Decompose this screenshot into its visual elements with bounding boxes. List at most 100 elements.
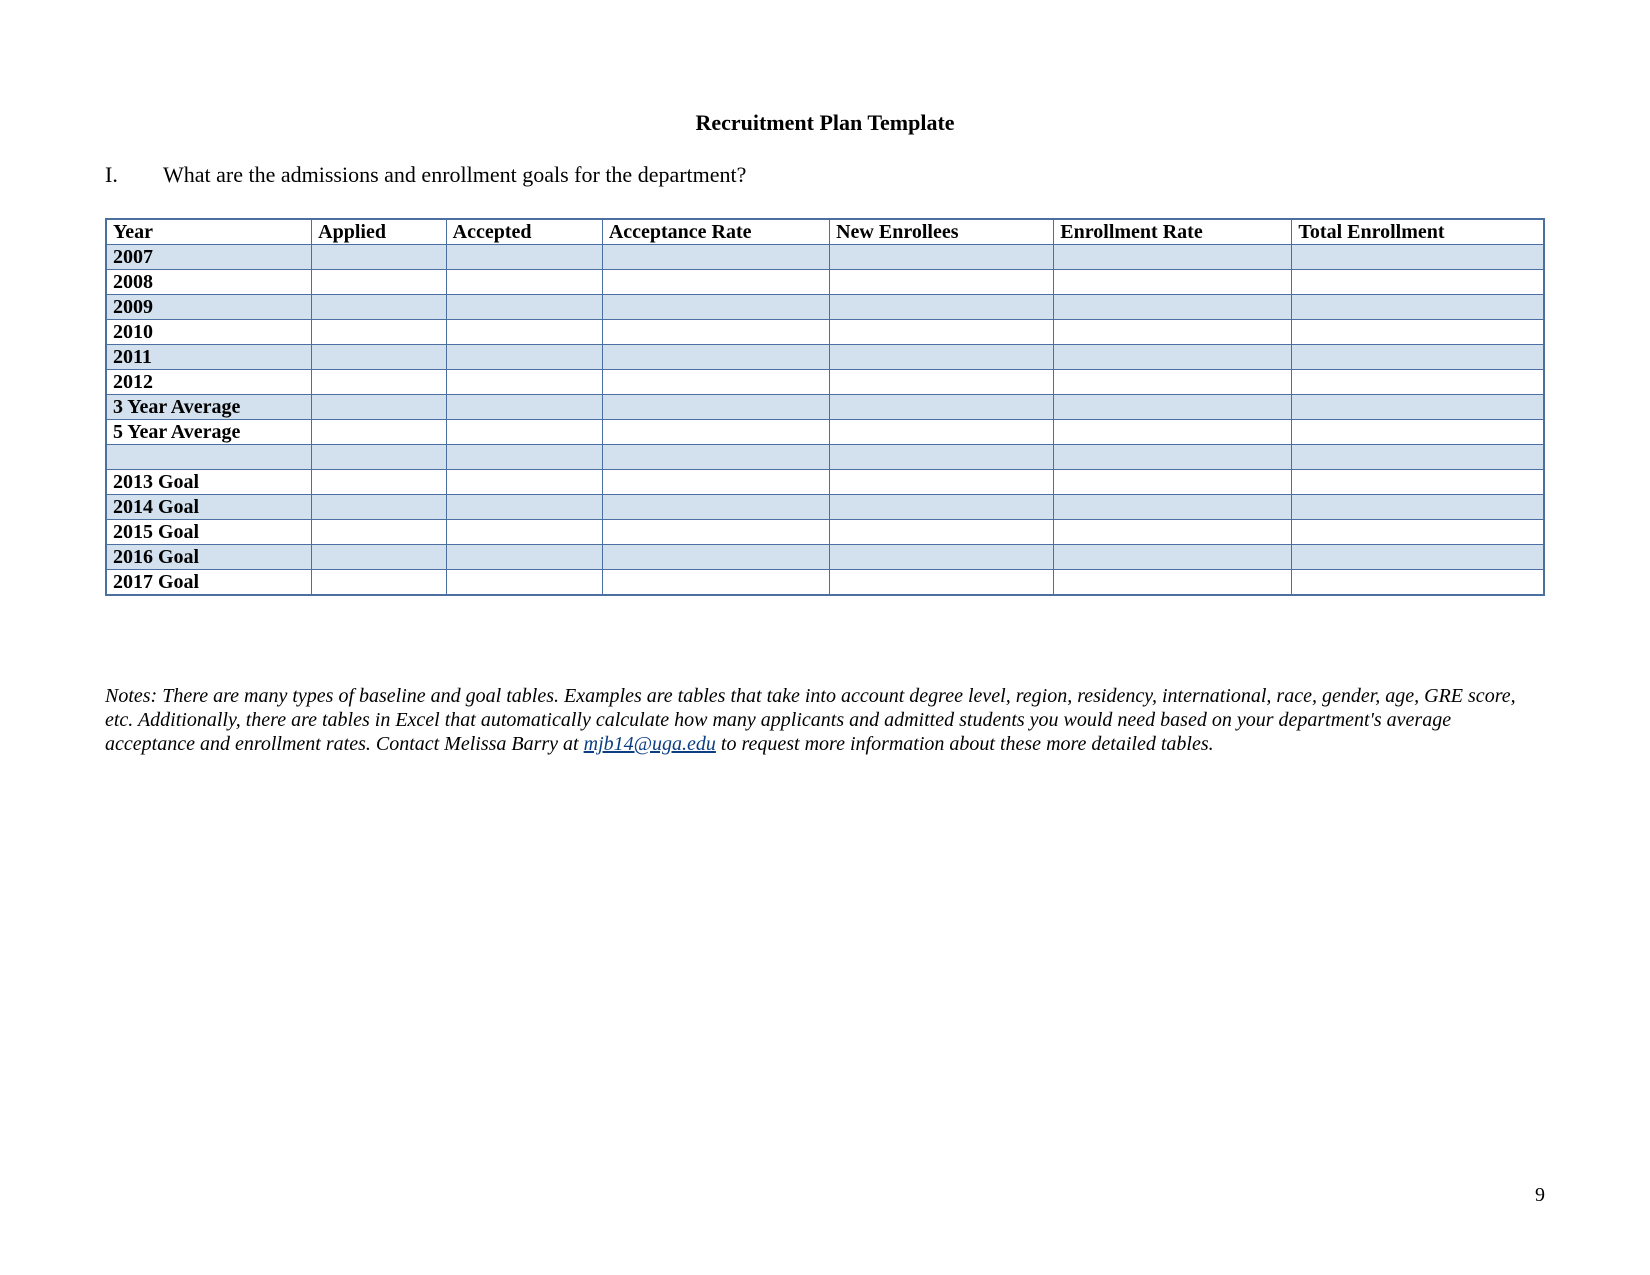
cell — [312, 545, 447, 570]
table-row: 2015 Goal — [106, 520, 1544, 545]
row-label: 2014 Goal — [106, 495, 312, 520]
cell — [1054, 270, 1292, 295]
notes-email-link[interactable]: mjb14@uga.edu — [584, 733, 716, 755]
cell — [312, 520, 447, 545]
cell — [602, 570, 829, 596]
cell — [1054, 295, 1292, 320]
cell — [602, 445, 829, 470]
cell — [446, 370, 602, 395]
row-label: 2007 — [106, 245, 312, 270]
cell — [602, 245, 829, 270]
cell — [1054, 345, 1292, 370]
cell — [1292, 345, 1544, 370]
cell — [1054, 545, 1292, 570]
cell — [830, 245, 1054, 270]
enrollment-goals-table: Year Applied Accepted Acceptance Rate Ne… — [105, 218, 1545, 596]
table-row: 2008 — [106, 270, 1544, 295]
row-label: 2008 — [106, 270, 312, 295]
cell — [312, 445, 447, 470]
cell — [446, 545, 602, 570]
cell — [446, 245, 602, 270]
cell — [446, 295, 602, 320]
cell — [446, 445, 602, 470]
cell — [1292, 545, 1544, 570]
cell — [446, 420, 602, 445]
col-enrollment-rate: Enrollment Rate — [1054, 219, 1292, 245]
section-question: What are the admissions and enrollment g… — [163, 162, 1545, 188]
cell — [602, 370, 829, 395]
cell — [830, 445, 1054, 470]
table-row: 2010 — [106, 320, 1544, 345]
cell — [1292, 495, 1544, 520]
cell — [312, 420, 447, 445]
cell — [1054, 520, 1292, 545]
cell — [1054, 420, 1292, 445]
table-row — [106, 445, 1544, 470]
cell — [446, 345, 602, 370]
table-body: 2007200820092010201120123 Year Average5 … — [106, 245, 1544, 596]
col-acceptance-rate: Acceptance Rate — [602, 219, 829, 245]
notes-paragraph: Notes: There are many types of baseline … — [105, 684, 1545, 756]
section-number: I. — [105, 162, 163, 188]
cell — [312, 295, 447, 320]
cell — [1292, 320, 1544, 345]
row-label: 2010 — [106, 320, 312, 345]
cell — [312, 470, 447, 495]
col-year: Year — [106, 219, 312, 245]
table-row: 3 Year Average — [106, 395, 1544, 420]
cell — [312, 320, 447, 345]
cell — [830, 570, 1054, 596]
table-row: 2013 Goal — [106, 470, 1544, 495]
cell — [1292, 395, 1544, 420]
cell — [830, 320, 1054, 345]
row-label: 2016 Goal — [106, 545, 312, 570]
cell — [312, 270, 447, 295]
cell — [830, 520, 1054, 545]
cell — [1054, 445, 1292, 470]
cell — [1054, 245, 1292, 270]
cell — [1054, 570, 1292, 596]
cell — [830, 495, 1054, 520]
cell — [830, 545, 1054, 570]
cell — [602, 520, 829, 545]
row-label — [106, 445, 312, 470]
cell — [1054, 395, 1292, 420]
cell — [1054, 495, 1292, 520]
document-page: Recruitment Plan Template I. What are th… — [0, 0, 1650, 1275]
col-accepted: Accepted — [446, 219, 602, 245]
cell — [312, 495, 447, 520]
cell — [602, 295, 829, 320]
cell — [1054, 470, 1292, 495]
cell — [602, 420, 829, 445]
table-row: 2016 Goal — [106, 545, 1544, 570]
cell — [446, 570, 602, 596]
notes-text-post: to request more information about these … — [716, 733, 1214, 755]
table-row: 2017 Goal — [106, 570, 1544, 596]
cell — [1054, 370, 1292, 395]
cell — [1292, 445, 1544, 470]
cell — [446, 470, 602, 495]
cell — [602, 345, 829, 370]
cell — [830, 395, 1054, 420]
row-label: 2013 Goal — [106, 470, 312, 495]
cell — [602, 495, 829, 520]
cell — [1292, 270, 1544, 295]
cell — [1292, 420, 1544, 445]
cell — [830, 345, 1054, 370]
cell — [312, 345, 447, 370]
table-row: 2009 — [106, 295, 1544, 320]
cell — [830, 470, 1054, 495]
cell — [446, 520, 602, 545]
table-row: 2012 — [106, 370, 1544, 395]
row-label: 2011 — [106, 345, 312, 370]
cell — [602, 470, 829, 495]
cell — [446, 495, 602, 520]
cell — [830, 420, 1054, 445]
cell — [312, 245, 447, 270]
col-new-enrollees: New Enrollees — [830, 219, 1054, 245]
cell — [602, 320, 829, 345]
cell — [830, 295, 1054, 320]
cell — [446, 270, 602, 295]
row-label: 2015 Goal — [106, 520, 312, 545]
cell — [1292, 370, 1544, 395]
